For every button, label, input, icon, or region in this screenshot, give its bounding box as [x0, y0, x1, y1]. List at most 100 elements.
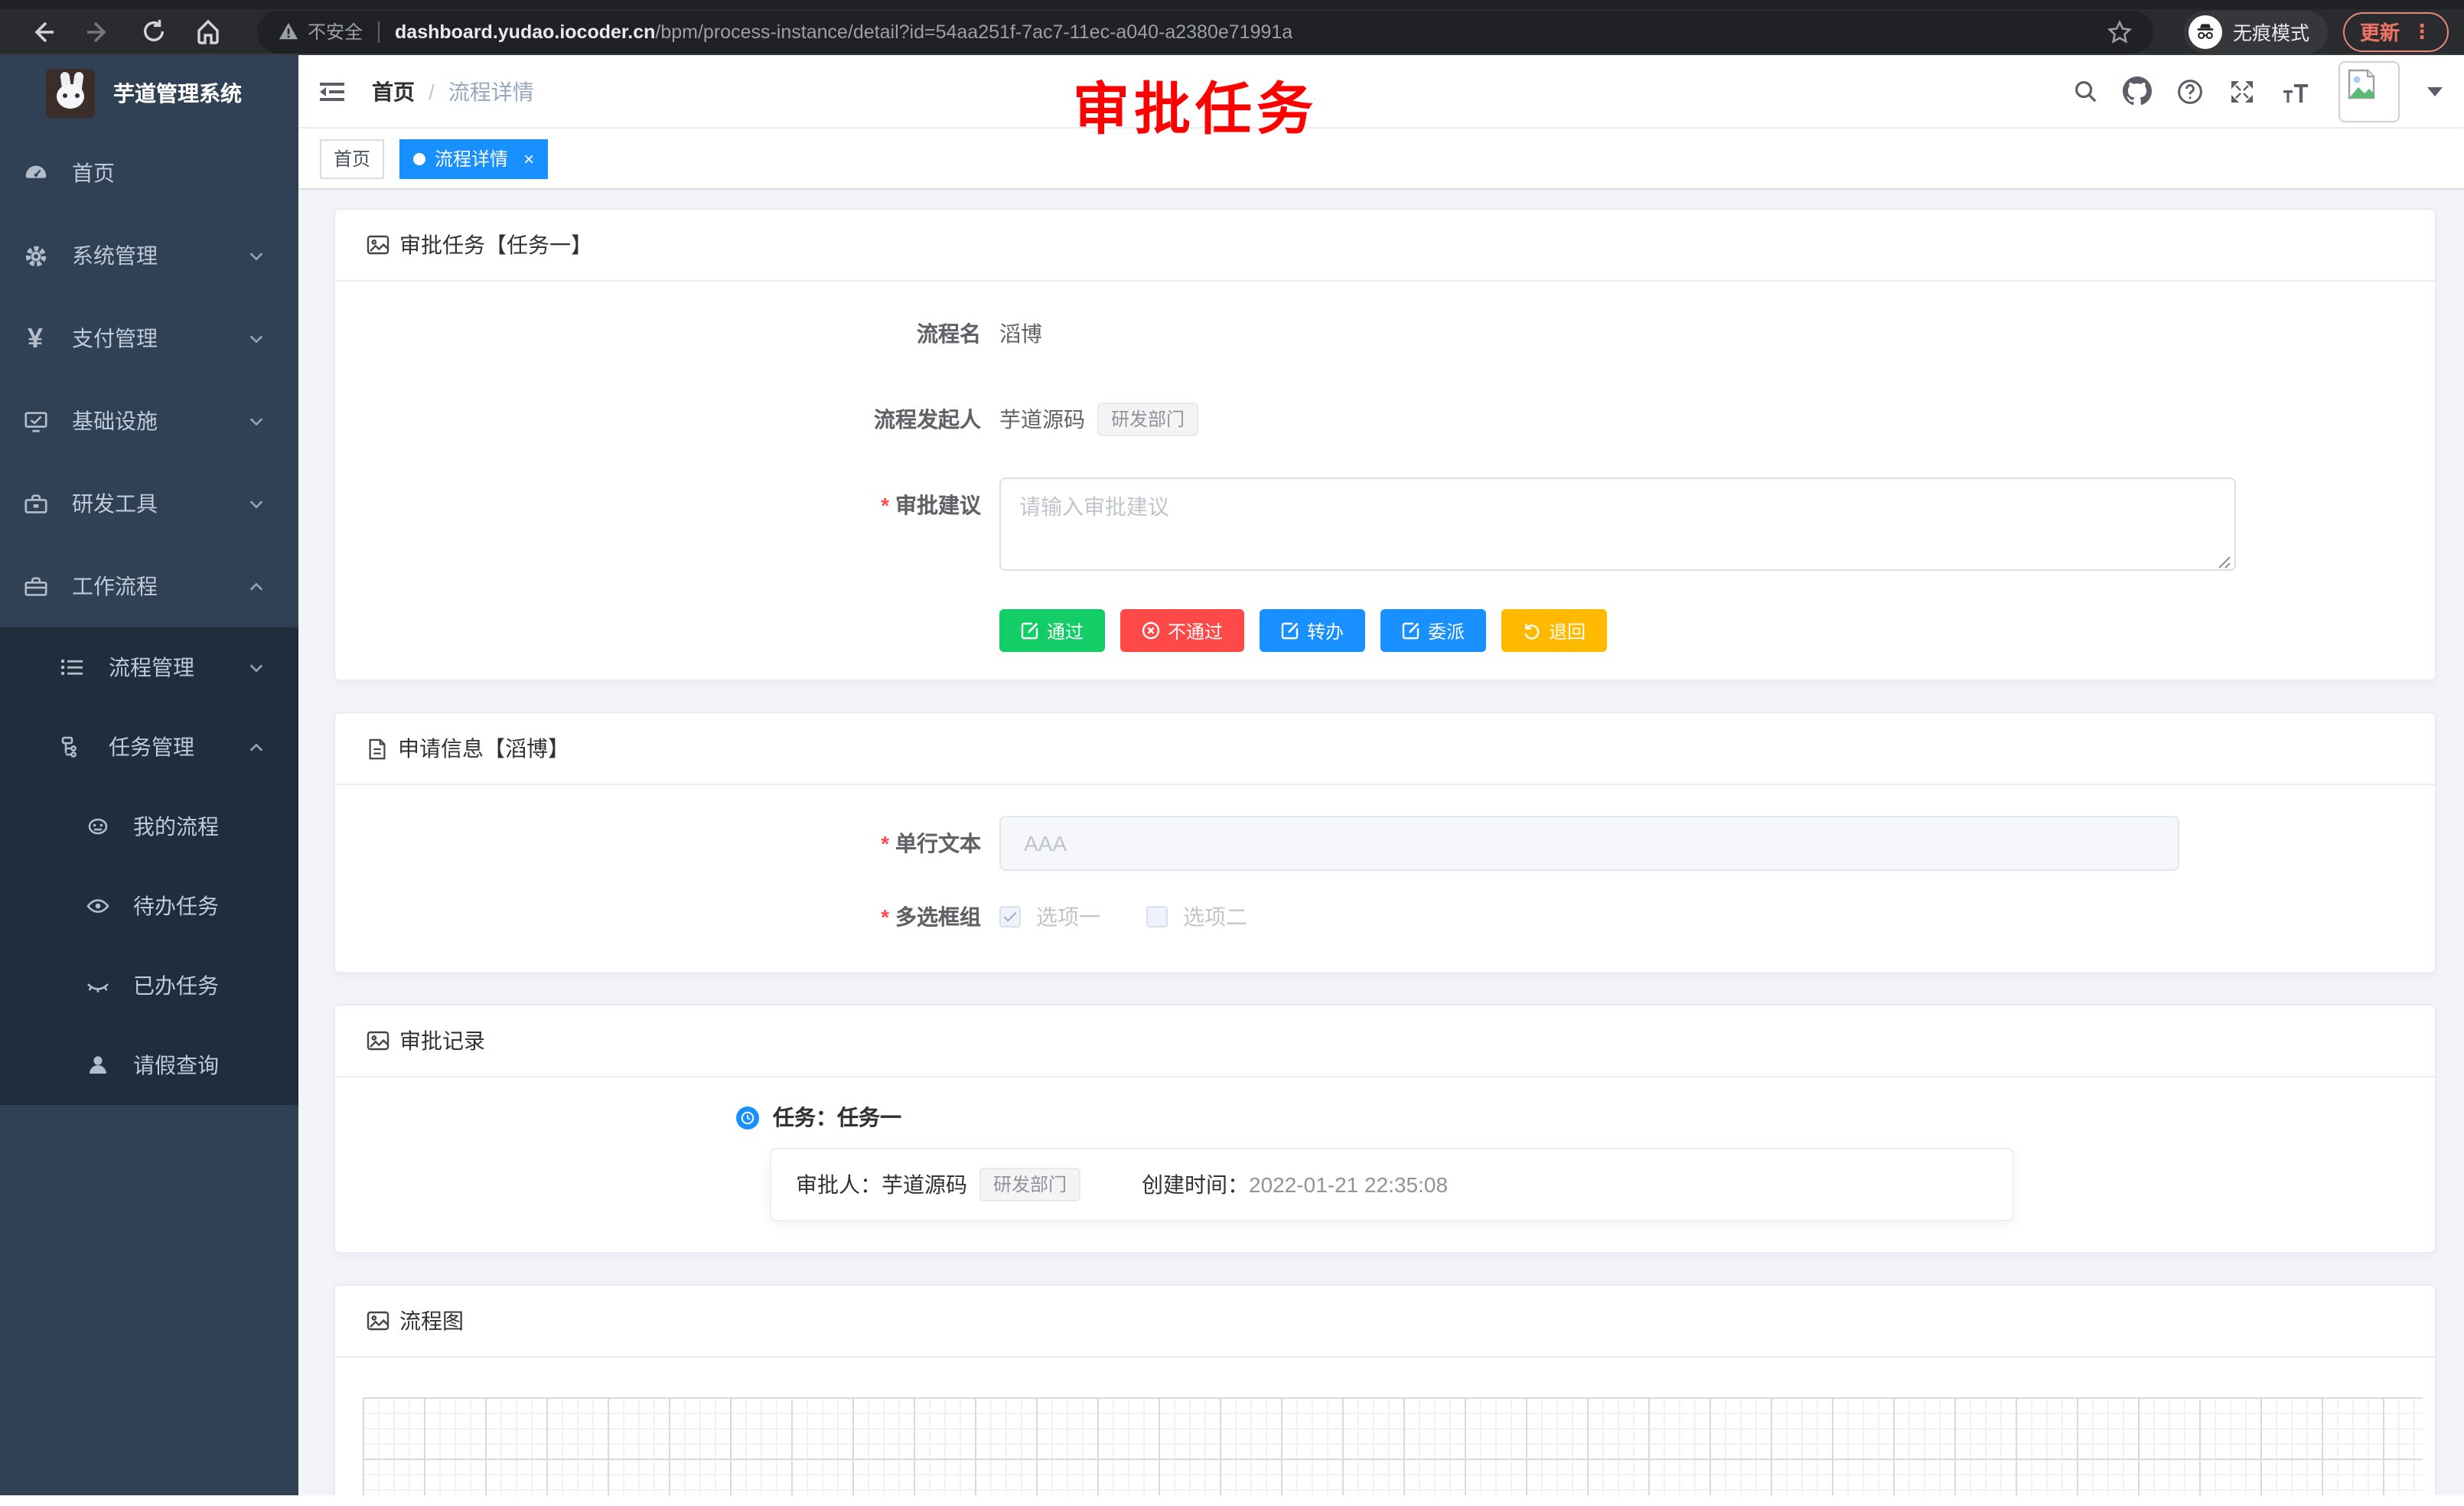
picture-icon — [366, 1309, 390, 1333]
document-icon — [366, 737, 389, 760]
created-label: 创建时间： — [1142, 1169, 1249, 1200]
chevron-down-icon — [248, 412, 265, 429]
sidebar-item-label: 请假查询 — [133, 1050, 219, 1081]
app-logo[interactable]: 芋道管理系统 — [0, 55, 298, 132]
dept-tag: 研发部门 — [1097, 403, 1198, 436]
sidebar-item-label: 任务管理 — [109, 732, 194, 762]
tags-view: 首页 流程详情 × — [298, 129, 2464, 190]
single-line-text-input[interactable] — [999, 816, 2179, 871]
sidebar-item-devtools[interactable]: 研发工具 — [0, 462, 298, 545]
update-label: 更新 — [2360, 17, 2400, 46]
home-icon[interactable] — [187, 10, 230, 53]
initiator-name: 芋道源码 — [999, 392, 1085, 447]
transfer-button[interactable]: 转办 — [1260, 609, 1365, 652]
sidebar-item-leave-query[interactable]: 请假查询 — [0, 1025, 298, 1105]
sidebar-item-home[interactable]: 首页 — [0, 132, 298, 214]
breadcrumb-home[interactable]: 首页 — [372, 76, 415, 106]
field-label: 流程名 — [366, 306, 999, 361]
app-title: 芋道管理系统 — [113, 78, 242, 109]
checkbox-option-1[interactable]: 选项一 — [999, 901, 1100, 932]
url-bar[interactable]: 不安全 dashboard.yudao.iocoder.cn/bpm/proce… — [257, 10, 2153, 53]
not-secure-label: 不安全 — [308, 18, 363, 44]
sidebar-item-infra[interactable]: 基础设施 — [0, 380, 298, 462]
sidebar-item-label: 首页 — [72, 158, 115, 188]
sidebar-item-todo-tasks[interactable]: 待办任务 — [0, 866, 298, 946]
form-row-text: 单行文本 — [366, 816, 2404, 871]
approval-task-card: 审批任务【任务一】 流程名 滔博 流程发起人 芋道源码 研发部门 — [334, 208, 2436, 681]
broken-image-icon — [2345, 67, 2378, 100]
sidebar-item-task-mgmt[interactable]: 任务管理 — [0, 707, 298, 787]
forward-icon[interactable] — [77, 10, 119, 53]
browser-update-button[interactable]: 更新 ⋮ — [2343, 11, 2449, 51]
checkbox-option-2[interactable]: 选项二 — [1146, 901, 1247, 932]
monitor-icon — [21, 408, 49, 434]
suggestion-textarea[interactable] — [999, 478, 2236, 571]
bpmn-canvas[interactable] — [363, 1397, 2423, 1495]
card-body — [335, 1358, 2435, 1495]
sidebar-item-label: 已办任务 — [133, 970, 219, 1001]
active-dot-icon — [413, 152, 425, 165]
card-header: 审批记录 — [335, 1006, 2435, 1077]
logo-image — [46, 69, 95, 118]
sidebar-item-my-process[interactable]: 我的流程 — [0, 787, 298, 866]
sidebar-collapse-icon[interactable] — [317, 76, 347, 106]
delegate-button[interactable]: 委派 — [1380, 609, 1486, 652]
return-button[interactable]: 退回 — [1501, 609, 1607, 652]
reject-button[interactable]: 不通过 — [1120, 609, 1244, 652]
search-icon[interactable] — [2072, 78, 2098, 104]
clock-icon — [736, 1106, 759, 1129]
gear-icon — [21, 243, 49, 269]
app-frame: 芋道管理系统 首页 系统管理 ¥ 支付管理 — [0, 55, 2464, 1495]
navbar-actions — [2072, 60, 2443, 122]
sidebar: 芋道管理系统 首页 系统管理 ¥ 支付管理 — [0, 55, 298, 1495]
page-content: 审批任务【任务一】 流程名 滔博 流程发起人 芋道源码 研发部门 — [298, 190, 2464, 1495]
tab-close-icon[interactable]: × — [523, 148, 534, 169]
warning-icon — [279, 21, 298, 41]
reload-icon[interactable] — [132, 10, 174, 53]
sidebar-item-process-mgmt[interactable]: 流程管理 — [0, 628, 298, 707]
initiator-value: 芋道源码 研发部门 — [999, 392, 1198, 447]
edit-icon — [1281, 621, 1299, 640]
card-body: 任务：任务一 审批人： 芋道源码 研发部门 创建时间： 2022-01-21 2… — [335, 1077, 2435, 1252]
not-secure-badge[interactable]: 不安全 — [279, 18, 363, 44]
card-body: 流程名 滔博 流程发起人 芋道源码 研发部门 审批建议 — [335, 282, 2435, 680]
chevron-up-icon — [248, 738, 265, 755]
bookmark-star-icon[interactable] — [2107, 19, 2132, 44]
browser-menu-icon[interactable]: ⋮ — [2412, 19, 2432, 44]
checkbox-checked-icon — [999, 906, 1021, 927]
checkbox-label: 选项二 — [1183, 901, 1247, 932]
avatar[interactable] — [2339, 60, 2400, 122]
font-size-icon[interactable] — [2280, 77, 2311, 105]
form-row-suggestion: 审批建议 — [366, 478, 2404, 579]
url-path: /bpm/process-instance/detail?id=54aa251f… — [655, 21, 1292, 42]
created-time: 2022-01-21 22:35:08 — [1249, 1172, 1448, 1197]
tab-process-detail[interactable]: 流程详情 × — [399, 139, 548, 178]
tab-home[interactable]: 首页 — [320, 139, 384, 178]
robot-icon — [86, 814, 110, 839]
field-label: 流程发起人 — [366, 392, 999, 447]
avatar-caret-icon[interactable] — [2427, 86, 2443, 96]
sidebar-item-label: 支付管理 — [72, 323, 158, 354]
breadcrumb-separator: / — [429, 79, 435, 103]
button-label: 不通过 — [1168, 618, 1223, 644]
approve-button[interactable]: 通过 — [999, 609, 1105, 652]
approver-name: 芋道源码 — [882, 1169, 967, 1200]
sidebar-item-system[interactable]: 系统管理 — [0, 214, 298, 297]
tab-label: 首页 — [334, 145, 370, 171]
fullscreen-icon[interactable] — [2228, 77, 2256, 105]
tab-label: 流程详情 — [435, 145, 508, 171]
chevron-down-icon — [248, 330, 265, 347]
incognito-label: 无痕模式 — [2233, 17, 2309, 46]
github-icon[interactable] — [2123, 77, 2152, 106]
picture-icon — [366, 233, 390, 257]
help-icon[interactable] — [2176, 77, 2204, 105]
sidebar-item-done-tasks[interactable]: 已办任务 — [0, 946, 298, 1025]
back-icon[interactable] — [21, 10, 64, 53]
sidebar-item-workflow[interactable]: 工作流程 — [0, 545, 298, 628]
breadcrumb: 首页 / 流程详情 — [372, 76, 534, 106]
card-body: 单行文本 多选框组 选项一 — [335, 785, 2435, 972]
flow-icon — [58, 735, 86, 759]
incognito-badge: 无痕模式 — [2184, 10, 2328, 53]
url-divider — [378, 21, 380, 42]
sidebar-item-pay[interactable]: ¥ 支付管理 — [0, 297, 298, 380]
